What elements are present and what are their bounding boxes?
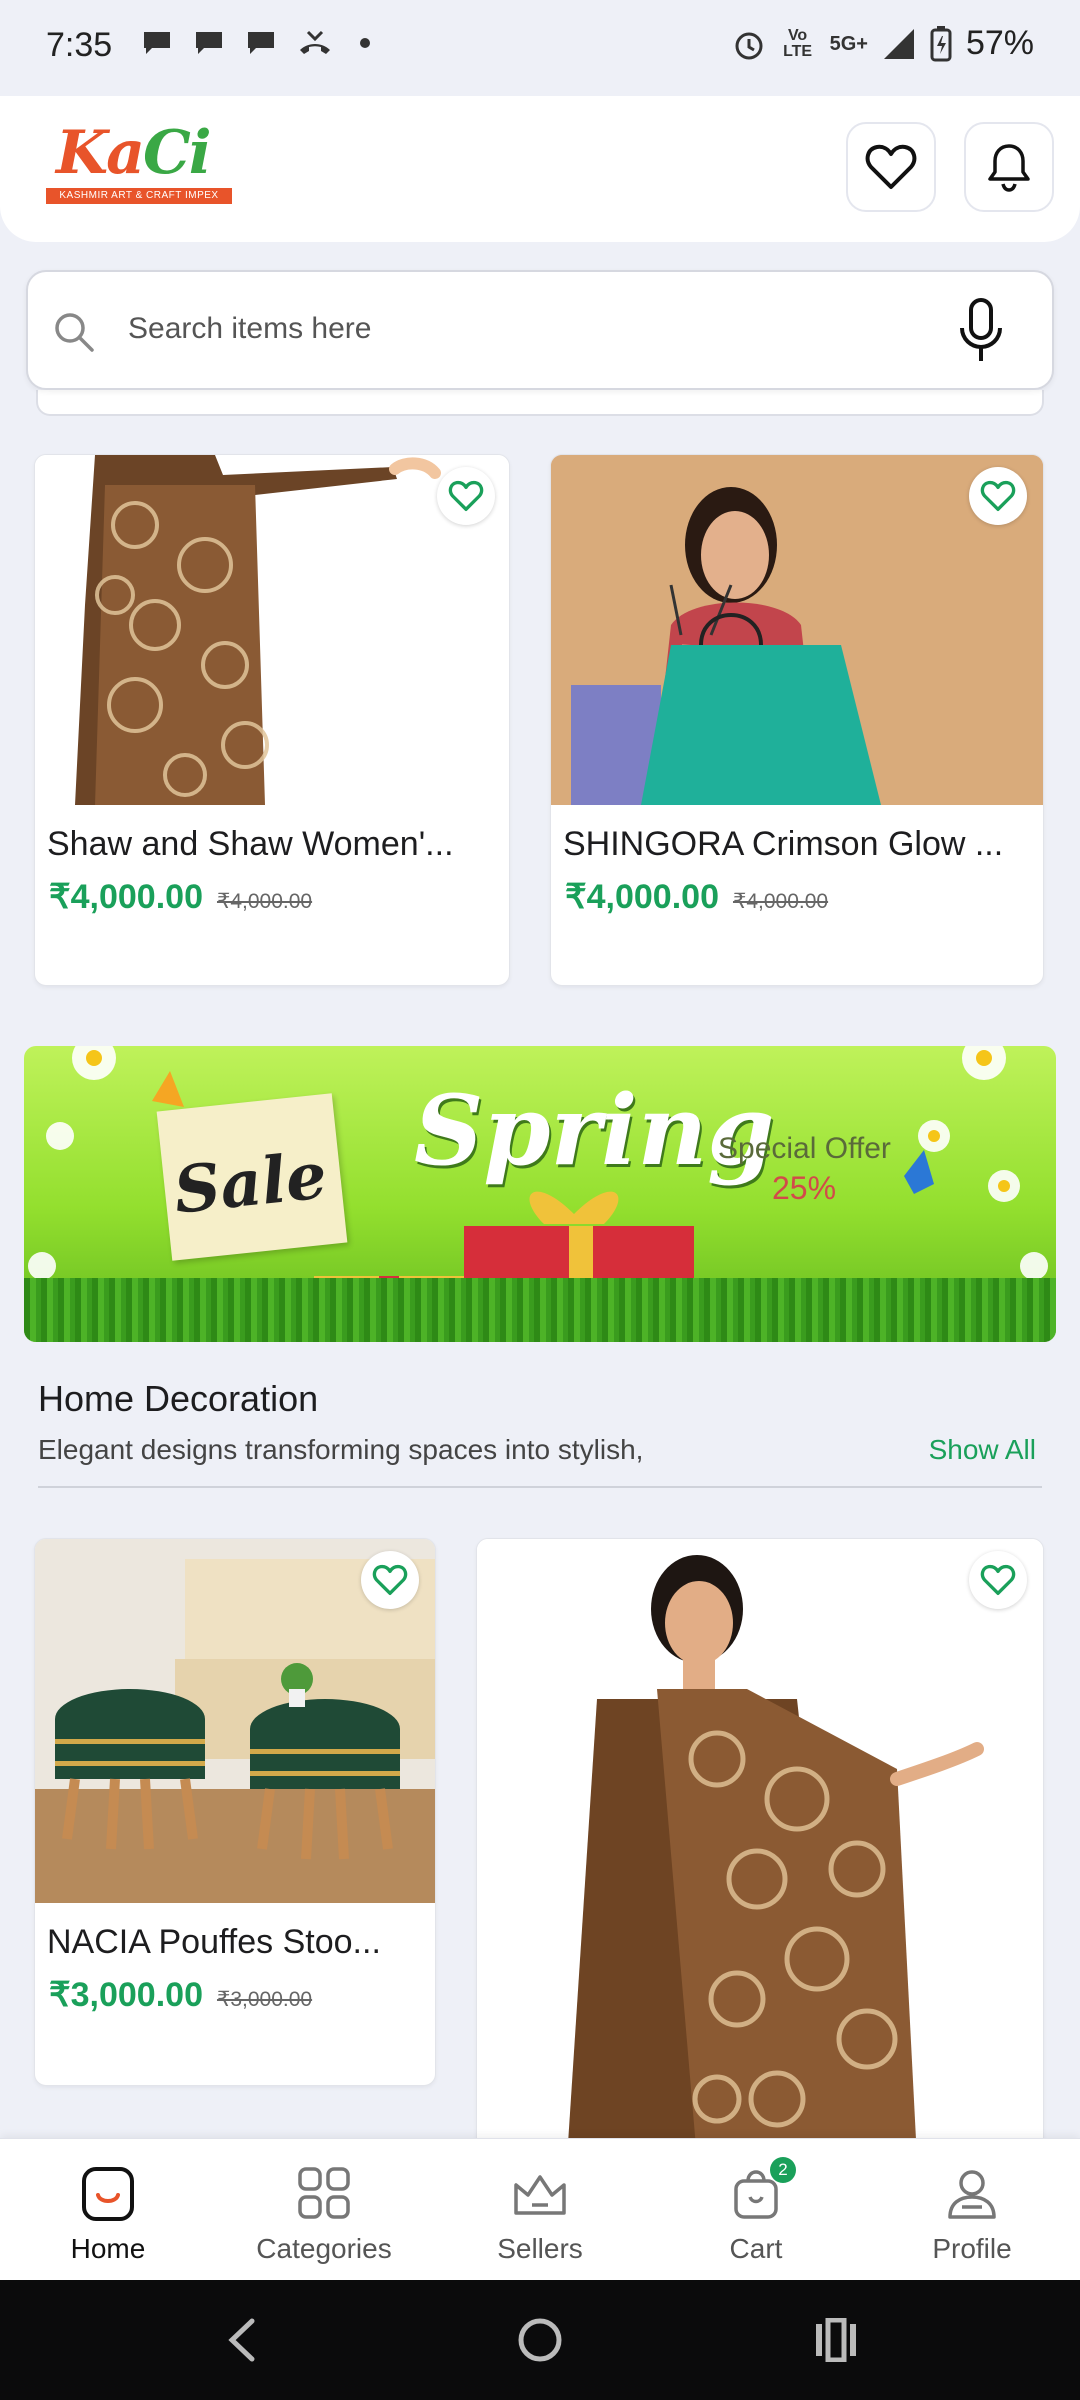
product-card[interactable]: Shaw and Shaw Women'... ₹4,000.00 ₹4,000… — [34, 454, 510, 986]
product-card[interactable]: NACIA Pouffes Stoo... ₹3,000.00 ₹3,000.0… — [34, 1538, 436, 2086]
battery-icon — [930, 25, 952, 61]
cart-count-badge: 2 — [770, 2157, 796, 2183]
nav-cart[interactable]: 2 Cart — [648, 2139, 864, 2281]
spring-sale-banner[interactable]: Sale Spring Special Offer 25% — [24, 1046, 1056, 1342]
bottom-navigation: Home Categories Sellers 2 Cart Profile — [0, 2138, 1080, 2280]
logo-wordmark: KaCi — [56, 118, 212, 188]
more-notifications-icon — [360, 38, 370, 48]
product-price: ₹4,000.00 — [49, 878, 203, 916]
circle-home-icon — [518, 2318, 562, 2362]
product-title: NACIA Pouffes Stoo... — [47, 1923, 381, 1961]
product-price: ₹3,000.00 — [49, 1976, 203, 2014]
product-original-price: ₹4,000.00 — [216, 890, 313, 913]
network-type: 5G+ — [829, 32, 868, 55]
add-to-wishlist-button[interactable] — [437, 467, 495, 525]
section-divider — [38, 1486, 1042, 1488]
chat-notification-icon — [248, 32, 274, 54]
add-to-wishlist-button[interactable] — [969, 1551, 1027, 1609]
product-original-price: ₹4,000.00 — [732, 890, 829, 913]
bell-icon — [988, 144, 1030, 192]
signal-icon — [883, 28, 914, 59]
kaci-logo[interactable]: KaCi KASHMIR ART & CRAFT IMPEX — [46, 118, 234, 214]
price-row: ₹4,000.00 ₹4,000.00 — [565, 877, 828, 917]
product-card[interactable] — [476, 1538, 1044, 2158]
product-title: SHINGORA Crimson Glow ... — [563, 825, 1004, 863]
nav-cart-label: Cart — [729, 2233, 783, 2264]
crown-icon — [514, 2175, 566, 2215]
product-image[interactable] — [477, 1539, 1043, 2157]
app-header: KaCi KASHMIR ART & CRAFT IMPEX — [0, 96, 1080, 242]
microphone-icon[interactable] — [958, 298, 1004, 364]
heart-icon — [865, 144, 917, 189]
profile-icon — [948, 2170, 996, 2219]
collapsed-card-edge — [36, 390, 1044, 416]
heart-icon — [448, 480, 484, 511]
heart-icon — [980, 1564, 1016, 1595]
nav-categories[interactable]: Categories — [216, 2139, 432, 2281]
price-row: ₹3,000.00 ₹3,000.00 — [49, 1975, 312, 2015]
price-row: ₹4,000.00 ₹4,000.00 — [49, 877, 312, 917]
banner-spring-text: Spring — [414, 1074, 775, 1187]
product-card[interactable]: SHINGORA Crimson Glow ... ₹4,000.00 ₹4,0… — [550, 454, 1044, 986]
product-original-price: ₹3,000.00 — [216, 1988, 313, 2011]
nav-sellers-label: Sellers — [497, 2233, 583, 2264]
search-input[interactable]: Search items here — [128, 312, 371, 346]
battery-percent: 57% — [965, 24, 1034, 62]
back-button[interactable] — [212, 2310, 272, 2370]
add-to-wishlist-button[interactable] — [969, 467, 1027, 525]
show-all-link[interactable]: Show All — [929, 1434, 1036, 1466]
system-navigation-bar — [0, 2280, 1080, 2400]
recents-button[interactable] — [806, 2310, 866, 2370]
section-subtitle: Elegant designs transforming spaces into… — [38, 1434, 644, 1465]
logo-tagline: KASHMIR ART & CRAFT IMPEX — [46, 188, 232, 204]
back-icon — [228, 2318, 255, 2362]
section-title: Home Decoration — [38, 1378, 319, 1419]
heart-icon — [980, 480, 1016, 511]
status-right: Vo LTE 5G+ 57% — [732, 24, 1034, 63]
notifications-button[interactable] — [964, 122, 1054, 212]
chat-notification-icon — [196, 32, 222, 54]
categories-icon — [298, 2167, 350, 2219]
nav-sellers[interactable]: Sellers — [432, 2139, 648, 2281]
recents-icon — [816, 2318, 856, 2362]
banner-grass — [24, 1278, 1056, 1342]
status-bar: 7:35 Vo LTE 5G+ 57% — [0, 0, 1080, 96]
product-image[interactable] — [35, 455, 509, 805]
product-price: ₹4,000.00 — [565, 878, 719, 916]
wishlist-button[interactable] — [846, 122, 936, 212]
product-image[interactable] — [551, 455, 1043, 805]
banner-sale-text: Sale — [170, 1138, 331, 1229]
heart-icon — [372, 1564, 408, 1595]
nav-profile-label: Profile — [932, 2233, 1012, 2264]
product-title: Shaw and Shaw Women'... — [47, 825, 454, 863]
status-time: 7:35 — [46, 26, 113, 64]
home-system-button[interactable] — [510, 2310, 570, 2370]
nav-categories-label: Categories — [256, 2233, 392, 2264]
nav-home-label: Home — [70, 2233, 146, 2264]
home-icon — [82, 2167, 134, 2221]
add-to-wishlist-button[interactable] — [361, 1551, 419, 1609]
nav-profile[interactable]: Profile — [864, 2139, 1080, 2281]
notification-icons — [140, 28, 370, 58]
volte-indicator: Vo LTE — [783, 26, 813, 60]
search-bar[interactable]: Search items here — [26, 270, 1054, 390]
alarm-icon — [735, 32, 763, 59]
banner-discount-percent: 25% — [772, 1170, 837, 1206]
missed-call-icon — [300, 30, 330, 54]
chat-notification-icon — [144, 32, 170, 54]
nav-home[interactable]: Home — [0, 2139, 216, 2281]
search-icon — [55, 313, 94, 352]
banner-special-offer: Special Offer — [718, 1132, 891, 1165]
